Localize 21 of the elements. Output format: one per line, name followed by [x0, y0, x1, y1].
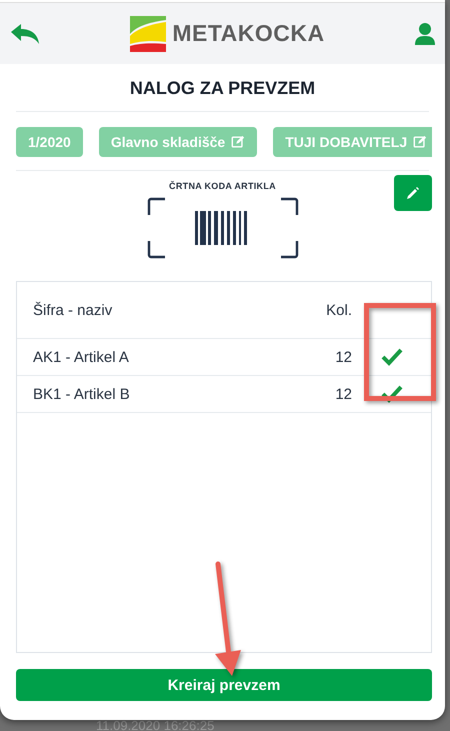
info-chip[interactable]: TUJI DOBAVITELJ	[273, 127, 432, 157]
info-chip[interactable]: Glavno skladišče	[98, 127, 258, 157]
column-header: Šifra - naziv	[33, 302, 114, 318]
edit-icon	[231, 135, 246, 149]
table-cell-text: 12	[334, 386, 352, 402]
edit-icon	[413, 135, 428, 149]
column-header: Kol.	[325, 302, 352, 318]
info-chip[interactable]: 1/2020	[16, 127, 83, 157]
pencil-icon	[407, 187, 419, 199]
user-icon[interactable]	[414, 22, 435, 44]
table-cell-text: AK1 - Artikel A	[33, 348, 130, 366]
table-cell-text: BK1 - Artikel B	[33, 386, 131, 402]
edit-button[interactable]	[394, 175, 432, 211]
page-title: NALOG ZA PREVZEM	[128, 77, 316, 100]
logo-icon	[130, 16, 166, 52]
logo-text: METAKOCKA	[172, 20, 325, 47]
table-cell-text: 12	[334, 348, 352, 366]
barcode-label: ČRTNA KODA ARTIKLA	[169, 181, 276, 191]
create-button[interactable]: Kreiraj prevzem	[16, 669, 432, 701]
back-icon[interactable]	[10, 22, 40, 44]
barcode-scan-icon[interactable]	[146, 197, 298, 259]
